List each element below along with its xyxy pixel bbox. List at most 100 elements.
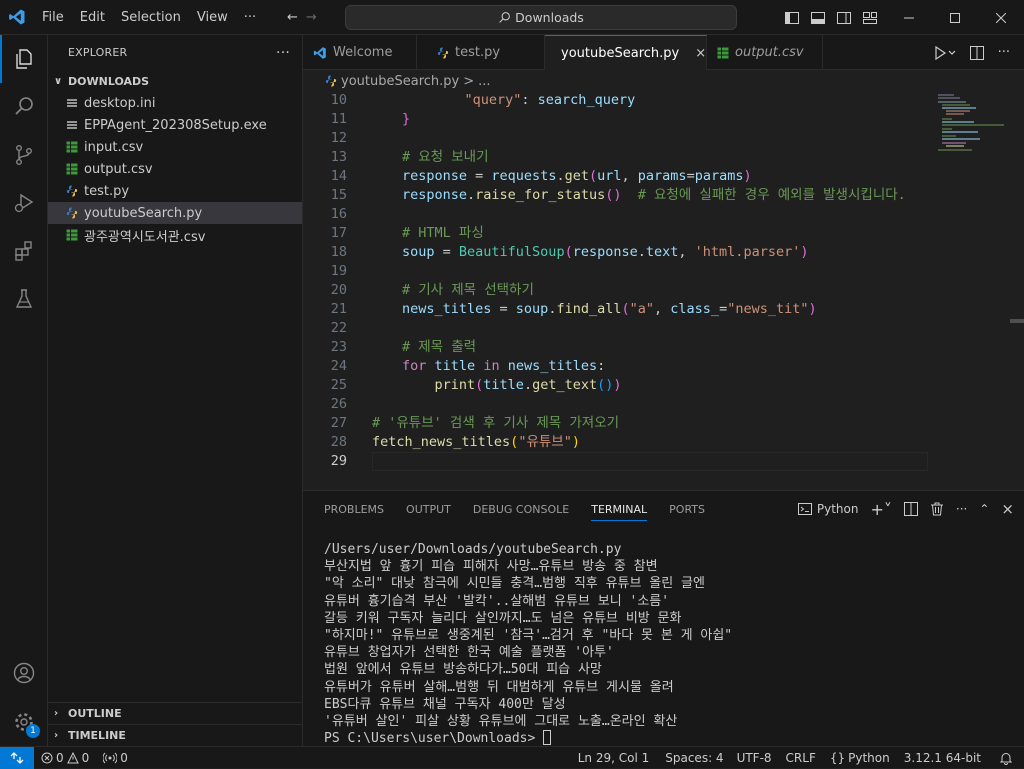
menu-more[interactable]: ··· xyxy=(236,0,264,35)
file-library-csv[interactable]: 광주광역시도서관.csv xyxy=(48,224,302,246)
tab-test-py[interactable]: test.py xyxy=(417,35,545,70)
terminal-shell-selector[interactable]: Python xyxy=(797,502,859,516)
timeline-section[interactable]: › TIMELINE xyxy=(48,724,303,746)
line-number: 16 xyxy=(330,206,347,222)
explorer-icon[interactable] xyxy=(0,35,48,83)
encoding[interactable]: UTF-8 xyxy=(730,751,779,765)
folder-section-downloads[interactable]: ∨ DOWNLOADS xyxy=(48,70,302,92)
python-interpreter[interactable]: 3.12.1 64-bit xyxy=(897,751,988,765)
customize-layout-icon[interactable] xyxy=(862,10,878,26)
menu-view[interactable]: View xyxy=(189,0,236,35)
more-actions-icon[interactable]: ··· xyxy=(956,502,967,516)
testing-flask-icon[interactable] xyxy=(0,275,48,323)
toggle-panel-icon[interactable] xyxy=(810,10,826,26)
current-line-highlight xyxy=(372,452,928,471)
manage-gear-icon[interactable]: 1 xyxy=(0,698,48,746)
outline-section[interactable]: › OUTLINE xyxy=(48,702,303,724)
new-terminal-icon[interactable]: +˅ xyxy=(871,500,892,519)
search-activity-icon[interactable] xyxy=(0,83,48,131)
code-line: # 제목 출력 xyxy=(402,339,477,355)
braces-icon: {} xyxy=(829,751,846,765)
source-control-icon[interactable] xyxy=(0,131,48,179)
cursor-position[interactable]: Ln 29, Col 1 xyxy=(568,751,660,765)
line-number: 15 xyxy=(330,187,347,203)
extensions-icon[interactable] xyxy=(0,227,48,275)
indentation[interactable]: Spaces: 4 xyxy=(659,751,729,765)
terminal-cursor xyxy=(543,730,552,746)
remote-indicator-icon[interactable] xyxy=(0,746,34,769)
tab-output-csv[interactable]: output.csv xyxy=(707,35,823,70)
code-line: response.raise_for_status() # 요청에 실패한 경우… xyxy=(402,187,906,203)
close-tab-icon[interactable]: × xyxy=(695,46,706,61)
close-window-icon[interactable] xyxy=(978,0,1024,35)
folder-name: DOWNLOADS xyxy=(68,74,150,88)
terminal-line: 유튜버가 유튜버 살해…범행 뒤 대범하게 유튜브 게시물 올려 xyxy=(324,679,674,695)
status-right: Ln 29, Col 1 Spaces: 4 UTF-8 CRLF {} Pyt… xyxy=(568,747,1024,769)
language-mode[interactable]: {} Python xyxy=(823,751,897,765)
code-editor[interactable]: 10 11 12 13 14 15 16 17 18 19 20 21 22 2… xyxy=(303,92,928,472)
trash-icon[interactable] xyxy=(930,502,944,516)
split-terminal-icon[interactable] xyxy=(903,502,918,516)
close-panel-icon[interactable]: × xyxy=(1001,500,1014,518)
problems-status[interactable]: 0 0 xyxy=(34,751,96,765)
tab-problems[interactable]: PROBLEMS xyxy=(313,491,395,527)
minimize-icon[interactable] xyxy=(886,0,932,35)
bottom-panel: PROBLEMS OUTPUT DEBUG CONSOLE TERMINAL P… xyxy=(303,490,1024,746)
toggle-secondary-sidebar-icon[interactable] xyxy=(836,10,852,26)
explorer-more-icon[interactable]: ··· xyxy=(276,45,290,61)
file-label: 광주광역시도서관.csv xyxy=(84,229,206,245)
menu-file[interactable]: File xyxy=(34,0,72,35)
editor-scrollbar[interactable] xyxy=(1010,92,1024,472)
error-icon xyxy=(41,752,53,763)
tab-output[interactable]: OUTPUT xyxy=(395,491,462,527)
ports-status[interactable]: 0 xyxy=(96,751,135,765)
tab-youtubesearch-py[interactable]: youtubeSearch.py × xyxy=(545,35,707,70)
file-input-csv[interactable]: input.csv xyxy=(48,136,302,158)
window-controls xyxy=(886,0,1024,35)
tab-terminal[interactable]: TERMINAL xyxy=(580,491,658,527)
line-endings[interactable]: CRLF xyxy=(779,751,823,765)
tab-label: youtubeSearch.py xyxy=(561,45,680,61)
file-eppagent-exe[interactable]: EPPAgent_202308Setup.exe xyxy=(48,114,302,136)
maximize-panel-icon[interactable]: ⌃ xyxy=(979,502,989,516)
split-editor-icon[interactable] xyxy=(969,45,984,60)
tab-debug-console[interactable]: DEBUG CONSOLE xyxy=(462,491,580,527)
breadcrumb-symbol[interactable]: ... xyxy=(478,74,490,89)
accounts-icon[interactable] xyxy=(0,649,48,697)
notifications-bell-icon[interactable] xyxy=(988,752,1024,765)
breadcrumb-separator: > xyxy=(463,73,475,89)
terminal-line: 유튜버 흉기습격 부산 '발칵'..살해범 유튜브 보니 '소름' xyxy=(324,593,670,609)
maximize-icon[interactable] xyxy=(932,0,978,35)
terminal-output[interactable]: /Users/user/Downloads/youtubeSearch.py 부산… xyxy=(324,541,732,747)
toggle-sidebar-icon[interactable] xyxy=(784,10,800,26)
explorer-title: EXPLORER xyxy=(68,46,128,59)
back-arrow-icon[interactable]: ← xyxy=(287,10,298,25)
timeline-label: TIMELINE xyxy=(68,729,126,742)
tab-ports[interactable]: PORTS xyxy=(658,491,716,527)
outline-label: OUTLINE xyxy=(68,707,122,720)
tab-label: output.csv xyxy=(735,45,804,60)
scroll-thumb[interactable] xyxy=(1010,319,1024,323)
python-icon xyxy=(325,75,337,87)
forward-arrow-icon[interactable]: → xyxy=(306,10,317,25)
file-youtubesearch-py[interactable]: youtubeSearch.py xyxy=(48,202,302,224)
panel-actions: Python +˅ ··· ⌃ × xyxy=(797,491,1014,527)
run-debug-icon[interactable] xyxy=(0,179,48,227)
terminal-prompt: PS C:\Users\user\Downloads> xyxy=(324,731,544,747)
command-center-search[interactable]: Downloads xyxy=(345,5,737,30)
breadcrumb-file[interactable]: youtubeSearch.py xyxy=(341,74,459,89)
menu-selection[interactable]: Selection xyxy=(113,0,189,35)
run-file-icon[interactable] xyxy=(934,45,956,60)
chevron-down-icon: ∨ xyxy=(54,75,63,87)
file-test-py[interactable]: test.py xyxy=(48,180,302,202)
explorer-sidebar: EXPLORER ··· ∨ DOWNLOADS desktop.ini EPP… xyxy=(48,35,303,746)
menu-edit[interactable]: Edit xyxy=(72,0,113,35)
tab-welcome[interactable]: Welcome xyxy=(303,35,417,70)
terminal-line: 유튜브 창업자가 선택한 한국 예술 플랫폼 '아투' xyxy=(324,645,614,661)
broadcast-icon xyxy=(103,752,118,763)
more-actions-icon[interactable]: ··· xyxy=(998,45,1010,60)
file-output-csv[interactable]: output.csv xyxy=(48,158,302,180)
file-desktop-ini[interactable]: desktop.ini xyxy=(48,92,302,114)
terminal-prompt-line: PS C:\Users\user\Downloads> xyxy=(324,730,732,747)
minimap[interactable] xyxy=(930,92,1010,152)
